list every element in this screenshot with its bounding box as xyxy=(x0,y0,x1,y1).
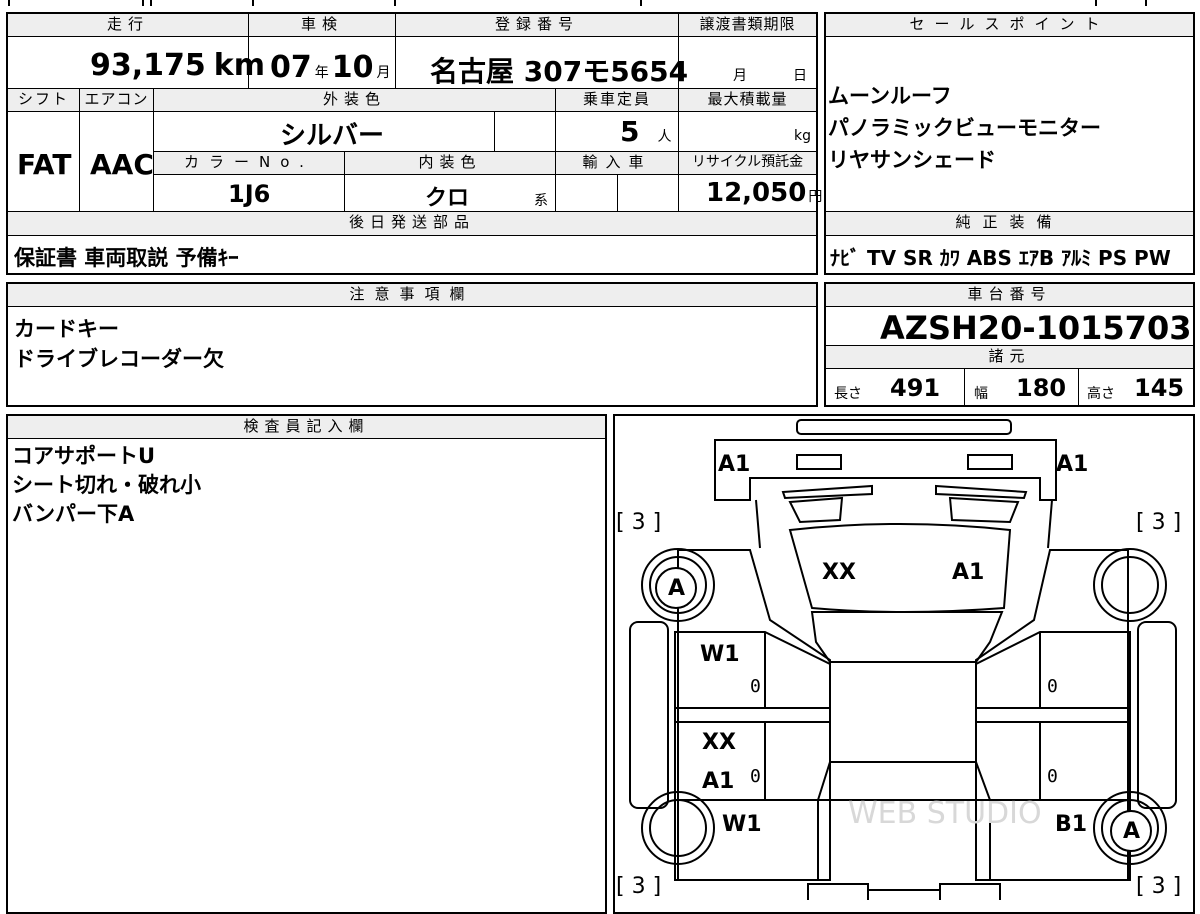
note-2: ドライブレコーダー欠 xyxy=(14,347,224,371)
inspector-note-3: バンパー下A xyxy=(12,502,135,526)
inspector-note-2: シート切れ・破れ小 xyxy=(12,473,201,497)
interior-color-suffix: 系 xyxy=(534,193,548,209)
color-no-value: 1J6 xyxy=(228,180,271,208)
damage-hood-xx: XX xyxy=(822,560,856,585)
import-header: 輸入車 xyxy=(556,152,678,174)
length-label: 長さ xyxy=(834,386,862,402)
zero-mark-4: 0 xyxy=(1047,766,1058,787)
tire-tread-rear-right: [ 3 ] xyxy=(1136,874,1182,899)
max-load-unit: kg xyxy=(794,128,811,144)
registration-value: 名古屋 307モ5654 xyxy=(430,55,689,88)
note-1: カードキー xyxy=(14,317,119,341)
interior-color-header: 内装色 xyxy=(345,152,555,174)
damage-xx-rear-door: XX xyxy=(702,730,736,755)
notes-header: 注意事項欄 xyxy=(8,284,816,306)
sales-points-header: セールスポイント xyxy=(826,14,1193,36)
damage-a1-front-left: A1 xyxy=(718,452,751,477)
damage-w1-rear: W1 xyxy=(722,812,762,837)
specs-header: 諸元 xyxy=(826,346,1193,368)
damage-a1-front-right: A1 xyxy=(1056,452,1089,477)
sales-point-1: ムーンルーフ xyxy=(828,84,952,108)
registration-header: 登録番号 xyxy=(396,14,678,36)
exterior-color-value: シルバー xyxy=(280,121,385,151)
max-load-header: 最大積載量 xyxy=(679,89,816,111)
zero-mark-3: 0 xyxy=(750,766,761,787)
recycle-header: リサイクル預託金 xyxy=(679,152,816,174)
later-parts-value: 保証書 車両取説 予備ｷｰ xyxy=(14,246,239,270)
exterior-color-header: 外装色 xyxy=(154,89,555,111)
roof xyxy=(829,661,977,763)
top-strip xyxy=(0,0,1200,6)
tire-tread-front-right: [ 3 ] xyxy=(1136,510,1182,535)
mileage-value: 93,175 km xyxy=(90,48,265,83)
inspector-header: 検査員記入欄 xyxy=(8,416,605,438)
inspection-value: 07 年 10 月 xyxy=(270,50,391,85)
damage-w1-front-door: W1 xyxy=(700,642,740,667)
equipment-value: ﾅﾋﾞ TV SR ｶﾜ ABS ｴｱB ｱﾙﾐ PS PW xyxy=(830,246,1171,270)
shift-header: シフト xyxy=(8,89,79,111)
width-value: 180 xyxy=(1016,374,1067,402)
tire-tread-rear-left: [ 3 ] xyxy=(616,874,662,899)
door-left xyxy=(674,631,831,881)
inspector-note-1: コアサポートU xyxy=(12,444,156,468)
inspection-header: 車検 xyxy=(249,14,395,36)
damage-b1-rear: B1 xyxy=(1055,812,1088,837)
tire-grade-front-left: A xyxy=(668,576,686,601)
windshield xyxy=(810,611,1004,663)
chassis-header: 車台番号 xyxy=(826,284,1193,306)
mileage-header: 走行 xyxy=(8,14,248,36)
deadline-day: 日 xyxy=(793,68,807,84)
zero-mark-2: 0 xyxy=(1047,676,1058,697)
later-parts-header: 後日発送部品 xyxy=(8,212,816,235)
capacity-header: 乗車定員 xyxy=(556,89,678,111)
sales-point-3: リヤサンシェード xyxy=(828,148,996,172)
shift-value: FAT xyxy=(17,148,72,181)
aircon-value: AAC xyxy=(90,148,154,181)
recycle-value: 12,050 円 xyxy=(706,178,823,208)
capacity-value: 5人 xyxy=(620,115,672,148)
deadline-month: 月 xyxy=(733,68,747,84)
chassis-value: AZSH20-1015703 xyxy=(880,309,1192,347)
front-bumper xyxy=(796,419,1012,435)
damage-a1-rear-door: A1 xyxy=(702,769,735,794)
sales-point-2: パノラミックビューモニター xyxy=(828,116,1101,140)
equipment-header: 純正装備 xyxy=(826,212,1193,235)
width-label: 幅 xyxy=(974,386,988,402)
zero-mark-1: 0 xyxy=(750,676,761,697)
height-label: 高さ xyxy=(1087,386,1115,402)
height-value: 145 xyxy=(1134,374,1185,402)
transfer-deadline-header: 譲渡書類期限 xyxy=(679,14,816,36)
tire-tread-front-left: [ 3 ] xyxy=(616,510,662,535)
length-value: 491 xyxy=(890,374,941,402)
damage-hood-a1: A1 xyxy=(952,560,985,585)
tire-grade-rear-right: A xyxy=(1123,819,1141,844)
aircon-header: エアコン xyxy=(80,89,153,111)
front-right-tire xyxy=(1093,548,1167,622)
interior-color-value: クロ xyxy=(425,186,470,211)
watermark: WEB STUDIO xyxy=(848,796,1042,831)
color-no-header: カラーNo. xyxy=(154,152,344,174)
